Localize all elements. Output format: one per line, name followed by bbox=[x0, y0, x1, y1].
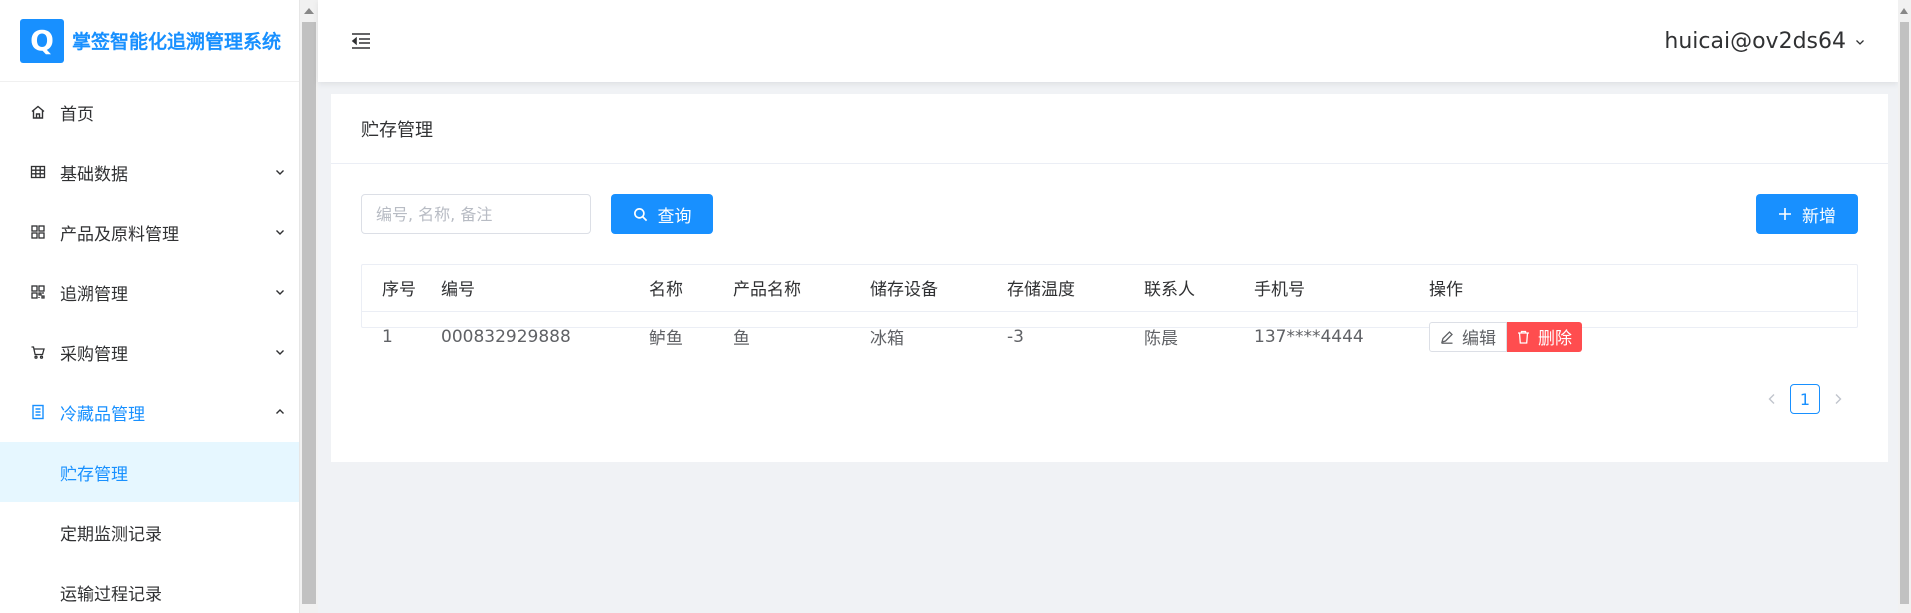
sidebar-item-home[interactable]: 首页 bbox=[0, 82, 299, 142]
add-button[interactable]: 新增 bbox=[1756, 194, 1858, 234]
edit-icon bbox=[1440, 330, 1454, 344]
top-header: huicai@ov2ds64 bbox=[318, 0, 1898, 82]
scrollbar-thumb[interactable] bbox=[1900, 22, 1909, 604]
plus-icon bbox=[1778, 207, 1792, 221]
cell-phone: 137****4444 bbox=[1254, 326, 1364, 347]
pagination: 1 bbox=[1762, 384, 1848, 414]
column-header-contact: 联系人 bbox=[1144, 265, 1254, 312]
chevron-down-icon bbox=[273, 345, 287, 359]
chevron-up-icon bbox=[273, 405, 287, 419]
edit-button[interactable]: 编辑 bbox=[1429, 321, 1507, 352]
sidebar: Q 掌签智能化追溯管理系统 首页 基础数据 产品及原料管理 追溯管理 采购管理 … bbox=[0, 0, 300, 613]
column-header-code: 编号 bbox=[441, 265, 649, 312]
chevron-down-icon bbox=[273, 165, 287, 179]
column-header-name: 名称 bbox=[649, 265, 733, 312]
cell-product: 鱼 bbox=[733, 329, 750, 349]
data-table: 序号 编号 名称 产品名称 储存设备 存储温度 联系人 手机号 操作 1 000… bbox=[361, 264, 1858, 352]
page-title: 贮存管理 bbox=[331, 94, 1888, 164]
sidebar-item-basic-data[interactable]: 基础数据 bbox=[0, 142, 299, 202]
sidebar-item-label: 冷藏品管理 bbox=[60, 404, 145, 425]
sidebar-item-label: 基础数据 bbox=[60, 164, 128, 185]
sidebar-subitem-storage[interactable]: 贮存管理 bbox=[0, 442, 299, 502]
next-page-icon[interactable] bbox=[1828, 389, 1848, 409]
cell-code: 000832929888 bbox=[441, 326, 571, 347]
logo-icon: Q bbox=[20, 18, 64, 63]
qrcode-icon bbox=[28, 282, 48, 302]
edit-button-label: 编辑 bbox=[1462, 329, 1496, 349]
toolbar: 查询 新增 bbox=[361, 194, 1858, 234]
home-icon bbox=[28, 102, 48, 122]
app-logo[interactable]: Q 掌签智能化追溯管理系统 bbox=[0, 0, 299, 82]
chevron-down-icon bbox=[1854, 29, 1866, 54]
user-menu[interactable]: huicai@ov2ds64 bbox=[1664, 29, 1866, 54]
query-button-label: 查询 bbox=[657, 206, 692, 227]
sidebar-item-cold-storage[interactable]: 冷藏品管理 bbox=[0, 382, 299, 442]
sidebar-item-products[interactable]: 产品及原料管理 bbox=[0, 202, 299, 262]
scrollbar-thumb[interactable] bbox=[302, 22, 316, 604]
scroll-up-arrow-icon[interactable] bbox=[304, 8, 314, 14]
cell-index: 1 bbox=[382, 326, 393, 347]
table-row: 1 000832929888 鲈鱼 鱼 冰箱 -3 陈晨 137****4444 bbox=[362, 311, 1857, 362]
search-input[interactable] bbox=[361, 194, 591, 234]
page-scrollbar[interactable] bbox=[1898, 0, 1911, 613]
chevron-down-icon bbox=[273, 285, 287, 299]
cell-contact: 陈晨 bbox=[1144, 329, 1178, 349]
grid-icon bbox=[28, 162, 48, 182]
document-icon bbox=[28, 402, 48, 422]
prev-page-icon[interactable] bbox=[1762, 389, 1782, 409]
sidebar-item-purchase[interactable]: 采购管理 bbox=[0, 322, 299, 382]
chevron-down-icon bbox=[273, 225, 287, 239]
sidebar-item-label: 产品及原料管理 bbox=[60, 224, 179, 245]
content-card: 贮存管理 查询 新增 序号 编号 名称 产品 bbox=[331, 94, 1888, 462]
cell-device: 冰箱 bbox=[870, 329, 904, 349]
delete-button[interactable]: 删除 bbox=[1507, 321, 1582, 352]
column-header-temperature: 存储温度 bbox=[1007, 265, 1144, 312]
delete-button-label: 删除 bbox=[1538, 329, 1572, 349]
column-header-phone: 手机号 bbox=[1254, 265, 1429, 312]
page-number-current[interactable]: 1 bbox=[1790, 384, 1820, 414]
sidebar-subitem-monitoring[interactable]: 定期监测记录 bbox=[0, 502, 299, 562]
scroll-up-arrow-icon[interactable] bbox=[1900, 8, 1908, 14]
column-header-product: 产品名称 bbox=[733, 265, 870, 312]
username: huicai@ov2ds64 bbox=[1664, 28, 1846, 54]
column-header-device: 储存设备 bbox=[870, 265, 1007, 312]
cell-name: 鲈鱼 bbox=[649, 329, 683, 349]
cart-icon bbox=[28, 342, 48, 362]
sidebar-item-label: 追溯管理 bbox=[60, 284, 128, 305]
search-icon bbox=[633, 207, 648, 222]
sidebar-item-label: 首页 bbox=[60, 104, 94, 125]
query-button[interactable]: 查询 bbox=[611, 194, 713, 234]
sidebar-item-trace[interactable]: 追溯管理 bbox=[0, 262, 299, 322]
sidebar-scrollbar[interactable] bbox=[300, 0, 318, 613]
menu-fold-icon[interactable] bbox=[350, 30, 372, 52]
table-header-row: 序号 编号 名称 产品名称 储存设备 存储温度 联系人 手机号 操作 bbox=[362, 265, 1857, 312]
column-header-actions: 操作 bbox=[1429, 265, 1857, 312]
sidebar-item-label: 采购管理 bbox=[60, 344, 128, 365]
cell-temperature: -3 bbox=[1007, 326, 1024, 347]
sidebar-subitem-transport[interactable]: 运输过程记录 bbox=[0, 562, 299, 613]
apps-icon bbox=[28, 222, 48, 242]
app-title: 掌签智能化追溯管理系统 bbox=[72, 31, 282, 53]
add-button-label: 新增 bbox=[1802, 206, 1836, 227]
column-header-index: 序号 bbox=[362, 265, 441, 312]
cell-actions: 编辑 删除 bbox=[1429, 311, 1857, 362]
trash-icon bbox=[1517, 330, 1530, 344]
